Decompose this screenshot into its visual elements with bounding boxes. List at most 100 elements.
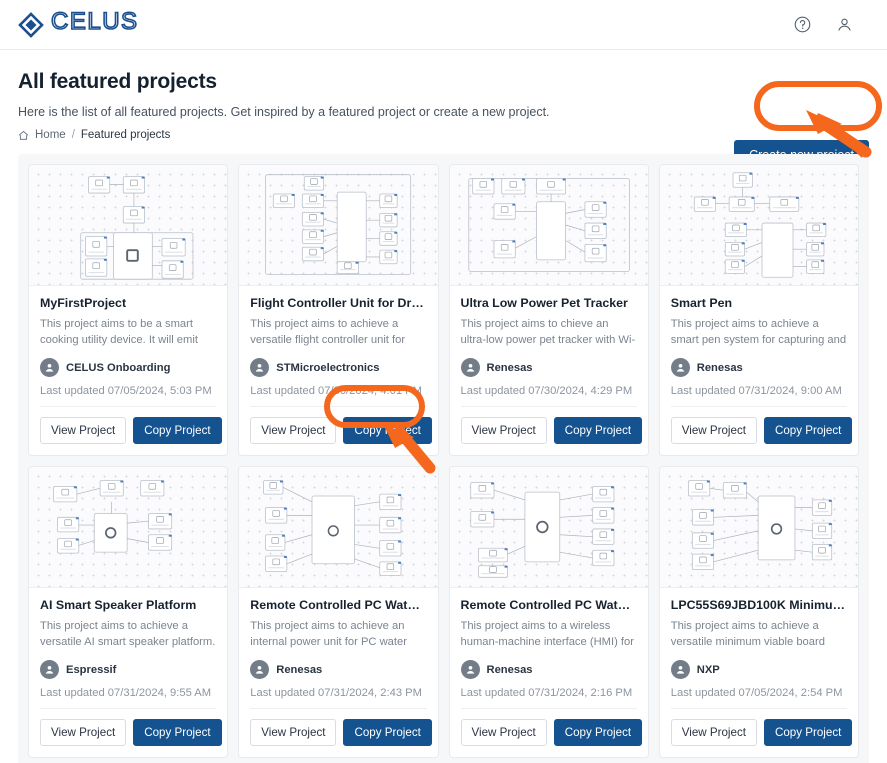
project-updated: Last updated 07/31/2024, 9:00 AM (670, 385, 842, 397)
project-updated: Last updated 07/30/2024, 4:01 PM (250, 385, 422, 397)
avatar (250, 660, 270, 679)
project-owner: STMicroelectronics (250, 358, 426, 377)
copy-project-button[interactable]: Copy Project (133, 417, 222, 444)
celus-diamond-logo-icon (18, 11, 44, 38)
view-project-button[interactable]: View Project (40, 417, 127, 444)
project-card[interactable]: Remote Controlled PC Water Cooler... This… (448, 466, 649, 758)
project-card[interactable]: AI Smart Speaker Platform This project ai… (28, 466, 229, 758)
project-card-body: Smart Pen This project aims to achieve a … (660, 286, 858, 397)
page-title: All featured projects (18, 70, 217, 93)
project-title: Smart Pen (670, 296, 733, 310)
project-updated: Last updated 07/05/2024, 2:54 PM (670, 687, 843, 699)
schematic-ai-speaker (53, 480, 173, 554)
project-thumbnail (449, 165, 648, 286)
view-project-button[interactable]: View Project (40, 719, 127, 746)
avatar (40, 358, 59, 377)
project-title: MyFirstProject (40, 296, 127, 310)
project-updated: Last updated 07/31/2024, 9:55 AM (40, 687, 212, 699)
page-subtitle: Here is the list of all featured project… (18, 105, 550, 119)
breadcrumb-home[interactable]: Home (35, 129, 66, 141)
project-card[interactable]: Ultra Low Power Pet Tracker This project … (448, 164, 649, 456)
copy-project-button[interactable]: Copy Project (553, 417, 643, 444)
project-description: This project aims to achieve a versatile… (40, 620, 216, 648)
copy-project-button[interactable]: Copy Project (343, 417, 432, 444)
project-card-actions: View Project Copy Project (40, 406, 222, 444)
project-description: This project aims to a wireless human-ma… (460, 620, 634, 648)
view-project-button[interactable]: View Project (670, 719, 757, 746)
copy-project-button[interactable]: Copy Project (553, 719, 643, 746)
project-owner: Renesas (670, 358, 847, 377)
project-updated: Last updated 07/31/2024, 2:43 PM (250, 687, 422, 699)
project-owner: Renesas (250, 660, 426, 679)
project-card[interactable]: LPC55S69JBD100K Minimum Viable ... This p… (658, 466, 859, 758)
project-card[interactable]: Remote Controlled PC Water Cooler... This… (238, 466, 439, 758)
project-description: This project aims to chieve an ultra-low… (460, 318, 636, 346)
project-owner: CELUS Onboarding (40, 358, 216, 377)
celus-logo[interactable]: CELUS (18, 7, 169, 40)
celus-logo-text: CELUS (50, 7, 169, 40)
schematic-water-cooler-psu (263, 480, 402, 576)
schematic-lpc55s69-mvb (687, 480, 832, 570)
project-card[interactable]: Flight Controller Unit for Drones This pr… (238, 164, 439, 456)
project-card-body: Remote Controlled PC Water Cooler... This… (450, 588, 648, 699)
project-updated: Last updated 07/30/2024, 4:29 PM (460, 385, 633, 397)
project-card-body: AI Smart Speaker Platform This project ai… (29, 588, 227, 699)
project-description: This project aims to be a smart cooking … (40, 318, 198, 346)
project-card[interactable]: Smart Pen This project aims to achieve a … (658, 164, 859, 456)
project-owner-name: Renesas (696, 361, 743, 374)
schematic-flight-controller (265, 174, 412, 275)
project-owner-name: Renesas (276, 663, 323, 676)
copy-project-button[interactable]: Copy Project (343, 719, 432, 746)
view-project-button[interactable]: View Project (250, 417, 337, 444)
project-description: This project aims to achieve a smart pen… (670, 318, 847, 346)
project-owner: NXP (670, 660, 847, 679)
project-card-grid: MyFirstProject This project aims to be a … (28, 164, 859, 758)
top-bar-actions (791, 14, 869, 36)
avatar (670, 660, 690, 679)
project-title: Remote Controlled PC Water Cooler... (250, 598, 426, 612)
project-description: This project aims to achieve a versatile… (250, 318, 406, 346)
schematic-pet-tracker (467, 178, 630, 272)
project-title: Flight Controller Unit for Drones (250, 296, 427, 310)
schematic-myfirstproject (80, 176, 194, 280)
page-header: All featured projects Here is the list o… (0, 50, 887, 170)
project-card-body: Remote Controlled PC Water Cooler... This… (239, 588, 437, 699)
project-updated: Last updated 07/05/2024, 5:03 PM (40, 385, 212, 397)
project-owner-name: STMicroelectronics (276, 361, 380, 374)
project-thumbnail (239, 165, 438, 286)
project-thumbnail (29, 467, 228, 588)
help-circle-icon[interactable] (791, 14, 813, 36)
project-card-body: Flight Controller Unit for Drones This pr… (239, 286, 437, 397)
project-owner: Renesas (460, 358, 637, 377)
project-card-actions: View Project Copy Project (670, 708, 853, 746)
copy-project-button[interactable]: Copy Project (133, 719, 222, 746)
avatar (460, 358, 480, 377)
home-icon[interactable] (18, 130, 29, 141)
avatar (250, 358, 270, 377)
projects-panel: MyFirstProject This project aims to be a … (18, 154, 869, 763)
pagination: Total 28 items ‹ 1 2 3 4 › (28, 758, 859, 763)
project-title: LPC55S69JBD100K Minimum Viable ... (670, 598, 847, 612)
copy-project-button[interactable]: Copy Project (763, 417, 853, 444)
avatar (460, 660, 480, 679)
project-card-actions: View Project Copy Project (40, 708, 222, 746)
copy-project-button[interactable]: Copy Project (763, 719, 853, 746)
project-owner-name: Renesas (486, 663, 533, 676)
project-thumbnail (659, 467, 858, 588)
project-description: This project aims to achieve a versatile… (670, 620, 825, 648)
project-owner-name: Renesas (486, 361, 533, 374)
project-card-actions: View Project Copy Project (460, 406, 643, 444)
view-project-button[interactable]: View Project (670, 417, 757, 444)
project-owner-name: CELUS Onboarding (66, 361, 171, 374)
view-project-button[interactable]: View Project (460, 417, 547, 444)
project-owner-name: NXP (696, 663, 720, 676)
avatar (670, 358, 690, 377)
view-project-button[interactable]: View Project (460, 719, 547, 746)
user-account-icon[interactable] (833, 14, 855, 36)
project-owner: Espressif (40, 660, 216, 679)
project-card[interactable]: MyFirstProject This project aims to be a … (28, 164, 229, 456)
project-description: This project aims to achieve an internal… (250, 620, 407, 648)
view-project-button[interactable]: View Project (250, 719, 337, 746)
project-card-actions: View Project Copy Project (670, 406, 853, 444)
project-title: Remote Controlled PC Water Cooler... (460, 598, 637, 612)
